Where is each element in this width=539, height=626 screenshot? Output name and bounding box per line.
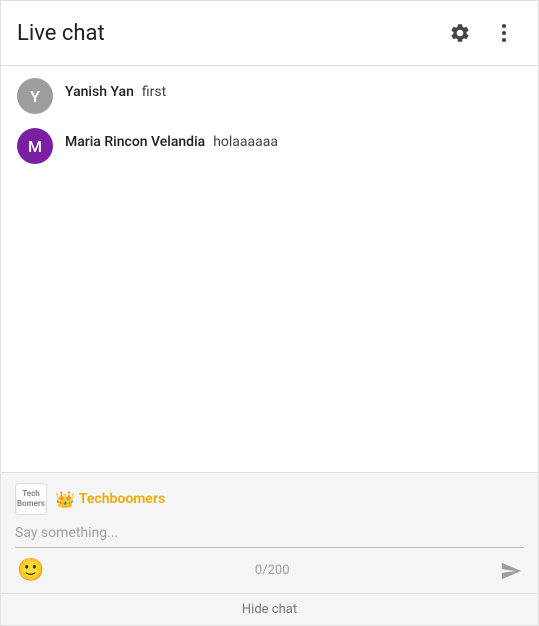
chat-title: Live chat bbox=[17, 21, 105, 46]
message-content: Maria Rincon Velandia holaaaaaa bbox=[65, 128, 278, 150]
avatar: M bbox=[17, 128, 53, 164]
input-area: TechBomers 👑 Techboomers 🙂 0/200 bbox=[1, 472, 538, 593]
vertical-dots-icon bbox=[502, 24, 506, 42]
chat-container: Live chat Y Yanish Yan first bbox=[0, 0, 539, 626]
message-text: first bbox=[142, 84, 166, 100]
emoji-icon: 🙂 bbox=[17, 558, 44, 583]
input-row bbox=[15, 521, 524, 548]
send-button[interactable] bbox=[500, 560, 522, 582]
char-count: 0/200 bbox=[255, 563, 290, 578]
crown-icon: 👑 bbox=[55, 490, 75, 509]
header-actions bbox=[442, 15, 522, 51]
chat-input[interactable] bbox=[15, 521, 524, 545]
hide-chat-bar[interactable]: Hide chat bbox=[1, 593, 538, 625]
channel-label: 👑 Techboomers bbox=[55, 490, 165, 509]
table-row: Y Yanish Yan first bbox=[17, 78, 522, 114]
table-row: M Maria Rincon Velandia holaaaaaa bbox=[17, 128, 522, 164]
channel-name: Techboomers bbox=[79, 491, 165, 507]
emoji-button[interactable]: 🙂 bbox=[17, 558, 44, 583]
gear-icon bbox=[449, 22, 471, 44]
settings-button[interactable] bbox=[442, 15, 478, 51]
bottom-row: 🙂 0/200 bbox=[15, 552, 524, 587]
channel-icon: TechBomers bbox=[15, 483, 47, 515]
hide-chat-label: Hide chat bbox=[242, 602, 297, 617]
chat-header: Live chat bbox=[1, 1, 538, 66]
message-text: holaaaaaa bbox=[213, 134, 278, 150]
message-author: Maria Rincon Velandia bbox=[65, 134, 205, 150]
message-author: Yanish Yan bbox=[65, 84, 134, 100]
more-options-button[interactable] bbox=[486, 15, 522, 51]
messages-area: Y Yanish Yan first M Maria Rincon Veland… bbox=[1, 66, 538, 472]
send-icon bbox=[500, 560, 522, 582]
message-content: Yanish Yan first bbox=[65, 78, 166, 100]
avatar: Y bbox=[17, 78, 53, 114]
channel-row: TechBomers 👑 Techboomers bbox=[15, 483, 524, 515]
